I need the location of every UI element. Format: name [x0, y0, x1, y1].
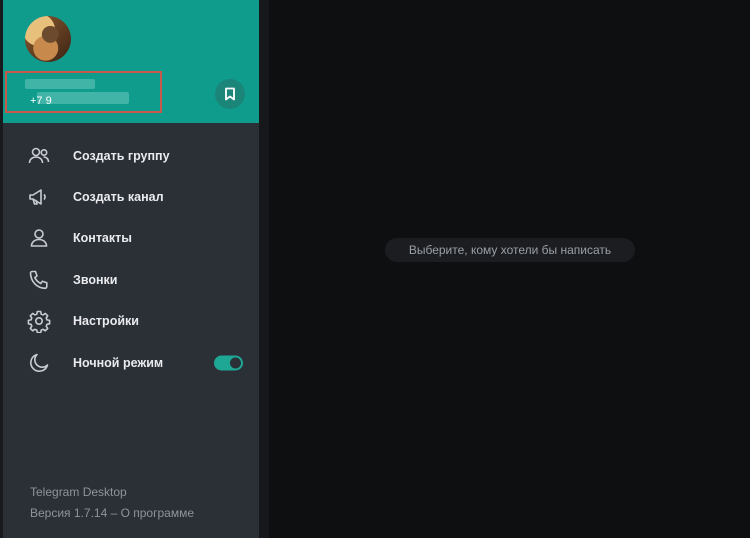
person-icon [30, 229, 48, 248]
menu-item-night-mode[interactable]: Ночной режим [3, 342, 259, 383]
menu-item-label: Создать канал [73, 190, 164, 205]
moon-icon [30, 353, 49, 372]
profile-header: +7 9 [3, 0, 259, 123]
megaphone-icon [29, 189, 46, 205]
menu-item-settings[interactable]: Настройки [3, 301, 259, 342]
saved-messages-button[interactable] [215, 79, 245, 109]
profile-phone: +7 9 [30, 95, 52, 107]
menu-item-create-channel[interactable]: Создать канал [3, 176, 259, 217]
blurred-name [25, 79, 95, 89]
version-about-link[interactable]: Версия 1.7.14 – О программе [30, 503, 194, 524]
menu-item-label: Ночной режим [73, 355, 164, 370]
drawer-edge [259, 0, 269, 538]
menu-item-label: Звонки [73, 272, 118, 287]
menu-item-create-group[interactable]: Создать группу [3, 135, 259, 176]
profile-name-highlight [5, 71, 162, 113]
group-icon [28, 147, 50, 163]
phone-icon [29, 270, 48, 289]
empty-chat-hint: Выберите, кому хотели бы написать [385, 238, 635, 262]
side-drawer: +7 9 Создать группу Создать канал Контак… [0, 0, 259, 538]
night-mode-toggle[interactable] [214, 355, 243, 371]
menu-item-calls[interactable]: Звонки [3, 259, 259, 300]
app-footer: Telegram Desktop Версия 1.7.14 – О прогр… [30, 482, 194, 524]
app-name: Telegram Desktop [30, 485, 127, 499]
menu-item-label: Контакты [73, 231, 132, 246]
menu-item-contacts[interactable]: Контакты [3, 218, 259, 259]
avatar[interactable] [25, 16, 71, 62]
bookmark-icon [225, 87, 235, 101]
drawer-menu: Создать группу Создать канал Контакты Зв… [3, 135, 259, 383]
menu-item-label: Настройки [73, 314, 139, 329]
gear-icon [27, 310, 51, 334]
menu-item-label: Создать группу [73, 148, 170, 163]
